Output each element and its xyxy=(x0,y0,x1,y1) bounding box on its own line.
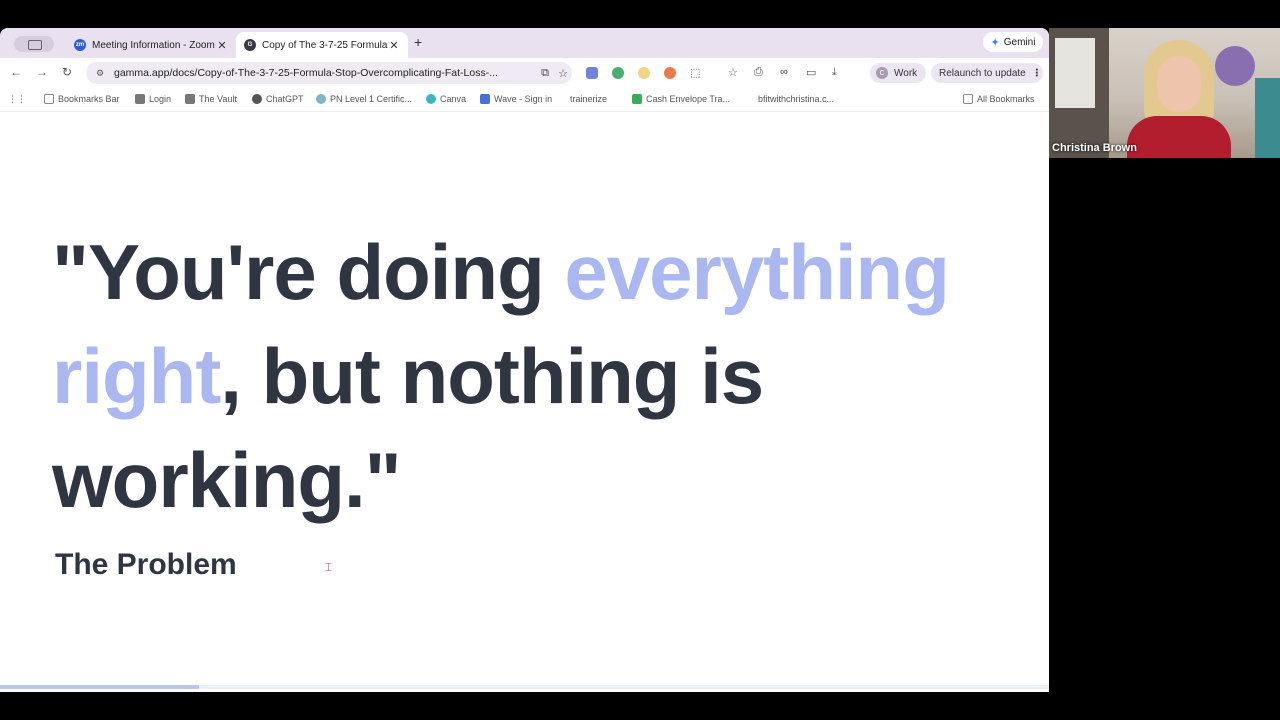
relaunch-button[interactable]: Relaunch to update ⋮ xyxy=(931,63,1043,83)
tab-title: Meeting Information - Zoom xyxy=(92,39,215,51)
video-participant-tile: Christina Brown xyxy=(1049,28,1280,158)
text-cursor-icon: ⌶ xyxy=(325,560,333,574)
participant-name: Christina Brown xyxy=(1052,142,1137,154)
bookmark-item[interactable]: ChatGPT xyxy=(252,94,304,104)
site-settings-icon[interactable]: ⚙ xyxy=(96,68,106,78)
slide-progress-fill xyxy=(0,685,200,689)
tab-zoom-meeting[interactable]: zm Meeting Information - Zoom ✕ xyxy=(66,32,236,58)
bookmark-favicon-icon xyxy=(135,94,145,104)
download-icon[interactable]: ⤓ xyxy=(832,66,837,79)
wave-icon xyxy=(480,94,490,104)
profile-button[interactable]: C Work xyxy=(870,63,926,83)
browser-window: zm Meeting Information - Zoom ✕ G Copy o… xyxy=(0,28,1049,692)
extension-icon[interactable] xyxy=(664,67,676,79)
chatgpt-icon xyxy=(252,94,262,104)
profile-label: Work xyxy=(894,67,918,79)
extension-icon[interactable] xyxy=(612,67,624,79)
bookmark-favicon-icon xyxy=(185,94,195,104)
quote-highlight: everything xyxy=(564,228,949,316)
cast-icon[interactable]: ▭ xyxy=(806,66,816,79)
menu-icon[interactable]: ⋮ xyxy=(1032,68,1042,79)
back-icon[interactable]: ← xyxy=(10,65,22,79)
bookmark-favicon-icon xyxy=(316,94,326,104)
bookmark-item[interactable]: trainerize xyxy=(570,94,607,104)
install-app-icon[interactable]: ⧉ xyxy=(536,67,554,80)
all-bookmarks-item[interactable]: All Bookmarks xyxy=(963,94,1035,104)
bookmark-star-icon[interactable]: ☆ xyxy=(728,66,738,79)
bookmark-item[interactable]: Wave - Sign in xyxy=(480,94,552,104)
bookmark-item[interactable]: Bookmarks Bar xyxy=(44,94,120,104)
print-icon[interactable]: ⎙ xyxy=(754,66,763,79)
folder-icon xyxy=(44,94,54,104)
tab-gamma-doc[interactable]: G Copy of The 3-7-25 Formula: Stop Overc… xyxy=(236,32,408,58)
slide-quote-heading: "You're doing everything right, but noth… xyxy=(52,220,1012,532)
bookmarks-bar: ⋮⋮ Bookmarks Bar Login The Vault ChatGPT… xyxy=(0,88,1049,112)
slide-progress-bar xyxy=(0,685,1049,689)
url-text: gamma.app/docs/Copy-of-The-3-7-25-Formul… xyxy=(114,67,498,79)
extension-icon[interactable] xyxy=(638,67,650,79)
quote-highlight: right xyxy=(52,332,221,420)
toolbar: ← → ↻ ⚙ gamma.app/docs/Copy-of-The-3-7-2… xyxy=(0,58,1049,88)
apps-icon[interactable]: ⋮⋮ xyxy=(8,94,26,105)
sparkle-icon: ✦ xyxy=(990,36,1000,49)
canva-icon xyxy=(426,94,436,104)
link-icon[interactable]: ∞ xyxy=(780,66,788,78)
bookmark-item[interactable]: Cash Envelope Tra... xyxy=(632,94,730,104)
forward-icon[interactable]: → xyxy=(36,65,48,79)
bookmark-item[interactable]: bfitwithchristina.c... xyxy=(758,94,834,104)
address-bar[interactable]: ⚙ gamma.app/docs/Copy-of-The-3-7-25-Form… xyxy=(86,62,572,84)
star-icon[interactable]: ☆ xyxy=(554,67,572,80)
bookmark-favicon-icon xyxy=(632,94,642,104)
bookmark-item[interactable]: Canva xyxy=(426,94,466,104)
relaunch-label: Relaunch to update xyxy=(939,67,1026,79)
tab-title: Copy of The 3-7-25 Formula: Stop Overcom… xyxy=(262,39,388,51)
folder-icon xyxy=(963,94,973,104)
gamma-icon: G xyxy=(244,39,256,51)
tab-bar: zm Meeting Information - Zoom ✕ G Copy o… xyxy=(0,28,1049,58)
new-tab-button[interactable]: + xyxy=(414,34,422,50)
puzzle-icon[interactable]: ⬚ xyxy=(690,66,700,79)
bookmark-item[interactable]: The Vault xyxy=(185,94,237,104)
avatar: C xyxy=(876,67,888,79)
reload-icon[interactable]: ↻ xyxy=(62,65,72,79)
slide-content: "You're doing everything right, but noth… xyxy=(0,112,1049,692)
close-icon[interactable]: ✕ xyxy=(388,39,400,52)
bookmark-item[interactable]: PN Level 1 Certific... xyxy=(316,94,412,104)
gemini-label: Gemini xyxy=(1003,36,1036,48)
close-icon[interactable]: ✕ xyxy=(216,39,228,52)
gemini-button[interactable]: ✦ Gemini xyxy=(983,32,1043,52)
bookmark-item[interactable]: Login xyxy=(135,94,171,104)
extension-icon[interactable] xyxy=(586,67,598,79)
quote-text: "You're doing xyxy=(52,228,565,316)
slide-subheading: The Problem xyxy=(55,548,237,581)
zoom-icon: zm xyxy=(74,39,86,51)
tab-search-icon[interactable] xyxy=(14,36,54,52)
